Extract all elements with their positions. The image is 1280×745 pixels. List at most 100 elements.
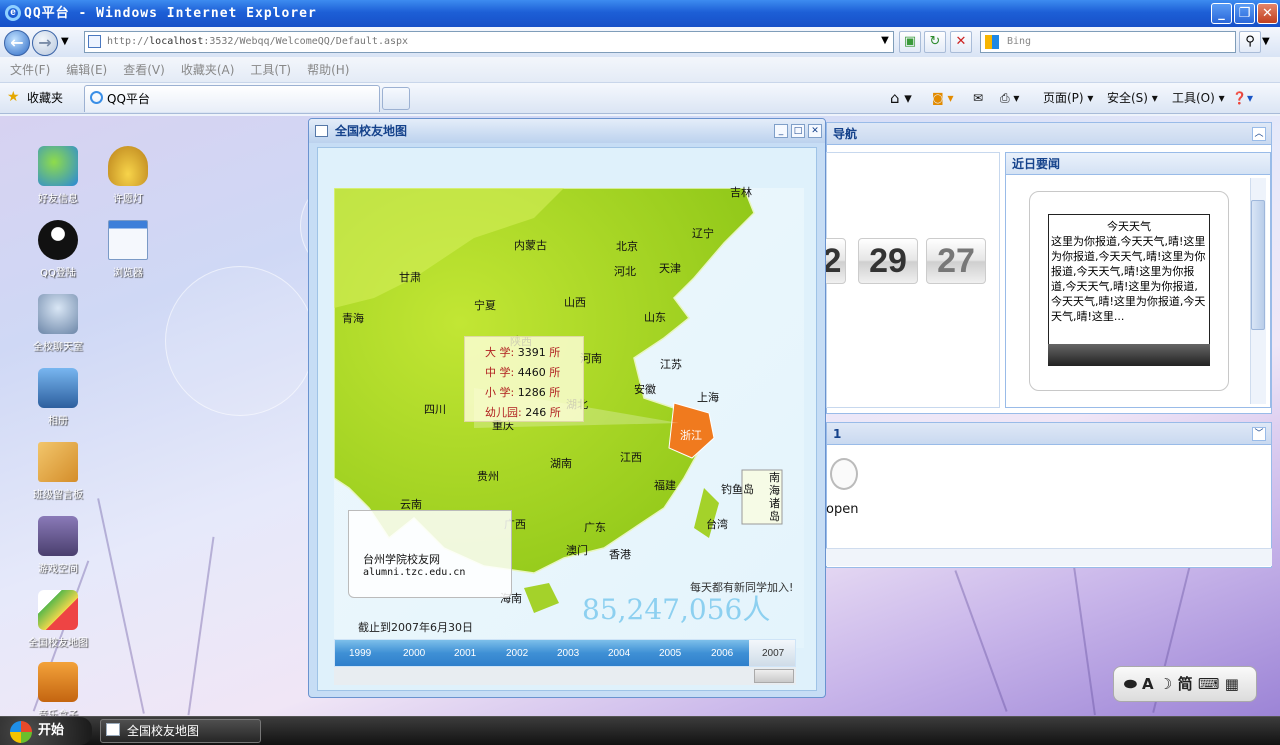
map-window-body: 吉林 内蒙古 北京 辽宁 天津 河北 甘肃 宁夏 山西 山东 青海 陕西 河南 … bbox=[317, 147, 817, 691]
page-menu[interactable]: 页面(P) ▾ bbox=[1043, 85, 1093, 111]
grid-menu-icon[interactable]: ▦ bbox=[1225, 675, 1239, 693]
search-input[interactable]: Bing bbox=[980, 31, 1236, 53]
refresh-icon[interactable]: ↻ bbox=[924, 31, 946, 53]
menu-file[interactable]: 文件(F) bbox=[10, 63, 50, 77]
news-heading: 今天天气 bbox=[1107, 220, 1151, 233]
close-button[interactable]: ✕ bbox=[1257, 3, 1278, 24]
collapse-up-icon[interactable]: ︿ bbox=[1252, 127, 1266, 141]
taskbar-item-map[interactable]: 全国校友地图 bbox=[100, 719, 261, 743]
open-app-icon[interactable] bbox=[830, 458, 858, 490]
year-2007[interactable]: 2007 bbox=[762, 648, 784, 659]
desktop-icon-friends[interactable]: 好友信息 bbox=[22, 146, 94, 205]
menu-bar: 文件(F) 编辑(E) 查看(V) 收藏夹(A) 工具(T) 帮助(H) bbox=[0, 57, 1280, 83]
desktop-icon-alumni-map[interactable]: 全国校友地图 bbox=[22, 590, 94, 649]
year-2006[interactable]: 2006 bbox=[711, 648, 733, 659]
music-box-icon bbox=[38, 662, 78, 702]
minimize-button[interactable]: _ bbox=[1211, 3, 1232, 24]
address-dropdown-icon[interactable]: ▼ bbox=[876, 31, 894, 53]
news-title: 近日要闻 bbox=[1006, 153, 1270, 175]
menu-view[interactable]: 查看(V) bbox=[123, 63, 165, 77]
menu-favorites[interactable]: 收藏夹(A) bbox=[181, 63, 235, 77]
favorites-star-icon: ★ bbox=[7, 89, 20, 105]
magic-lamp-icon bbox=[108, 146, 148, 186]
year-2003[interactable]: 2003 bbox=[557, 648, 579, 659]
tools-menu[interactable]: 工具(O) ▾ bbox=[1172, 85, 1225, 111]
news-scroll-thumb[interactable] bbox=[1251, 200, 1265, 330]
desktop-icon-browser[interactable]: 浏览器 bbox=[92, 220, 164, 279]
year-2000[interactable]: 2000 bbox=[403, 648, 425, 659]
map-window-icon bbox=[315, 125, 328, 137]
browser-window-icon bbox=[108, 220, 148, 260]
desktop-icon-game-space[interactable]: 游戏空间 bbox=[22, 516, 94, 575]
desktop-icon-wish-lamp[interactable]: 许愿灯 bbox=[92, 146, 164, 205]
search-options-icon[interactable]: ▼ bbox=[1262, 36, 1270, 47]
compat-view-icon[interactable]: ▣ bbox=[899, 31, 921, 53]
forward-button[interactable]: → bbox=[32, 30, 58, 56]
year-timeline[interactable]: 1999 2000 2001 2002 2003 2004 2005 2006 … bbox=[334, 639, 796, 667]
as-of-date: 截止到2007年6月30日 bbox=[358, 621, 473, 634]
mail-icon[interactable]: ✉ bbox=[973, 85, 983, 111]
desktop-icon-qq-login[interactable]: QQ登陆 bbox=[22, 220, 94, 279]
stop-icon[interactable]: ✕ bbox=[950, 31, 972, 53]
year-2001[interactable]: 2001 bbox=[454, 648, 476, 659]
site-name: 台州学院校友网 bbox=[363, 553, 440, 566]
ipad-dock bbox=[1048, 344, 1210, 366]
tab-qq[interactable]: QQ平台 bbox=[84, 85, 380, 112]
year-2004[interactable]: 2004 bbox=[608, 648, 630, 659]
menu-tools[interactable]: 工具(T) bbox=[250, 63, 291, 77]
open-label[interactable]: open bbox=[826, 502, 858, 517]
menu-help[interactable]: 帮助(H) bbox=[307, 63, 349, 77]
map-close-button[interactable]: ✕ bbox=[808, 124, 822, 138]
search-icon[interactable]: ⚲ bbox=[1239, 31, 1261, 53]
apple-icon[interactable]: ⬬ bbox=[1124, 675, 1137, 693]
tab-ie-icon bbox=[90, 91, 103, 104]
page-icon bbox=[88, 35, 101, 48]
history-dropdown-icon[interactable]: ▼ bbox=[61, 36, 69, 47]
year-1999[interactable]: 1999 bbox=[349, 648, 371, 659]
desktop-icon-message-board[interactable]: 班级留言板 bbox=[22, 442, 94, 501]
timeline-scroll-track[interactable] bbox=[334, 667, 796, 685]
clock-digit-b: 29 bbox=[858, 238, 918, 284]
qq-penguin-icon bbox=[38, 220, 78, 260]
favorites-button[interactable]: 收藏夹 bbox=[27, 89, 63, 106]
help-icon[interactable]: ❓▾ bbox=[1232, 85, 1253, 111]
desktop-icon-album[interactable]: 相册 bbox=[22, 368, 94, 427]
lower-panel-title: 1 bbox=[827, 423, 1271, 445]
bing-icon bbox=[985, 35, 999, 49]
new-tab-button[interactable] bbox=[382, 87, 410, 110]
folder-message-icon bbox=[38, 442, 78, 482]
map-maximize-button[interactable]: □ bbox=[791, 124, 805, 138]
lang-simplified[interactable]: 简 bbox=[1178, 675, 1193, 693]
timeline-scroll-handle[interactable] bbox=[754, 669, 794, 683]
expand-down-icon[interactable]: ﹀ bbox=[1252, 427, 1266, 441]
news-body: 这里为你报道,今天天气,晴!这里为你报道,今天天气,晴!这里为你报道,今天天气,… bbox=[1051, 235, 1206, 323]
menu-edit[interactable]: 编辑(E) bbox=[66, 63, 107, 77]
home-icon[interactable]: ⌂ ▾ bbox=[890, 85, 912, 111]
msn-people-icon bbox=[38, 146, 78, 186]
china-map[interactable]: 吉林 内蒙古 北京 辽宁 天津 河北 甘肃 宁夏 山西 山东 青海 陕西 河南 … bbox=[334, 186, 804, 648]
school-count-tooltip: 大 学: 3391 所 中 学: 4460 所 小 学: 1286 所 幼儿园:… bbox=[464, 336, 584, 422]
windows-orb-icon[interactable] bbox=[10, 721, 32, 743]
feeds-icon[interactable]: ◙ ▾ bbox=[932, 85, 953, 111]
keyboard-icon[interactable]: ⌨ bbox=[1198, 675, 1220, 693]
address-bar[interactable]: http://localhost:3532/Webqq/WelcomeQQ/De… bbox=[84, 31, 894, 53]
lower-hscroll[interactable] bbox=[826, 548, 1272, 566]
lower-panel: 1 ﹀ bbox=[826, 422, 1272, 568]
year-2005[interactable]: 2005 bbox=[659, 648, 681, 659]
year-2002[interactable]: 2002 bbox=[506, 648, 528, 659]
chatroom-people-icon bbox=[38, 294, 78, 334]
taskbar-window-icon bbox=[106, 723, 120, 736]
safety-menu[interactable]: 安全(S) ▾ bbox=[1107, 85, 1158, 111]
print-icon[interactable]: ⎙ ▾ bbox=[1000, 85, 1019, 111]
map-minimize-button[interactable]: _ bbox=[774, 124, 788, 138]
desktop-icon-music-box[interactable]: 音乐盒子 bbox=[22, 662, 94, 721]
map-window-title: 全国校友地图 bbox=[309, 119, 825, 143]
lang-mode-a[interactable]: A bbox=[1142, 675, 1154, 693]
member-counter: 85,247,056人 bbox=[582, 593, 771, 626]
desktop-icon-chatroom[interactable]: 全校聊天室 bbox=[22, 294, 94, 353]
back-button[interactable]: ← bbox=[4, 30, 30, 56]
maximize-button[interactable]: ❐ bbox=[1234, 3, 1255, 24]
moon-icon[interactable]: ☽ bbox=[1159, 675, 1172, 693]
site-url[interactable]: alumni.tzc.edu.cn bbox=[363, 567, 465, 578]
alumni-map-window: 全国校友地图 _ □ ✕ 吉林 内蒙古 北京 辽宁 天津 河北 甘肃 宁夏 山西… bbox=[308, 118, 826, 698]
